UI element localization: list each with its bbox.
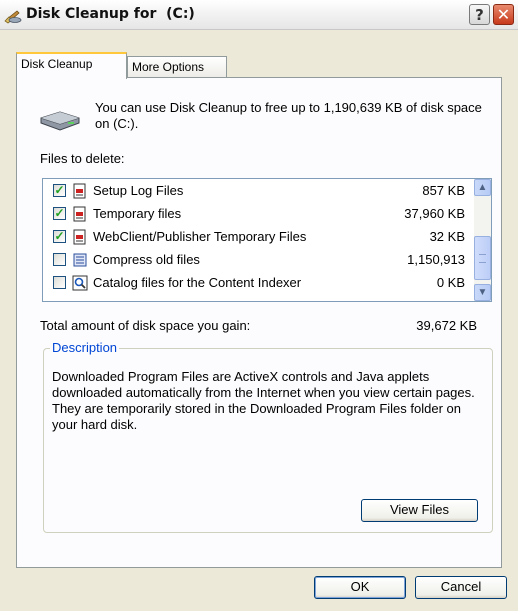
description-text: Downloaded Program Files are ActiveX con… (52, 369, 475, 432)
compress-icon (73, 253, 87, 267)
scroll-up-button[interactable]: ▲ (474, 179, 491, 196)
document-icon (73, 229, 86, 245)
checkbox[interactable]: ✓ (53, 230, 66, 243)
file-name: Catalog files for the Content Indexer (93, 275, 302, 290)
files-list[interactable]: ✓ Setup Log Files 857 KB ✓ Temporary fil… (42, 178, 492, 302)
file-size: 37,960 KB (404, 206, 465, 221)
file-name: Compress old files (93, 252, 200, 267)
total-space-label: Total amount of disk space you gain: (40, 318, 251, 333)
chevron-up-icon: ▲ (477, 182, 488, 193)
files-to-delete-label: Files to delete: (40, 151, 125, 166)
title-bar: Disk Cleanup for (C:) ? ✕ (0, 0, 518, 30)
list-item[interactable]: Compress old files 1,150,913 (43, 250, 473, 270)
scroll-down-button[interactable]: ▼ (474, 284, 491, 301)
close-button[interactable]: ✕ (493, 4, 514, 25)
list-item[interactable]: ✓ Setup Log Files 857 KB (43, 181, 473, 201)
tab-label: Disk Cleanup (21, 57, 93, 71)
disk-cleanup-panel: You can use Disk Cleanup to free up to 1… (16, 77, 502, 568)
tab-disk-cleanup[interactable]: Disk Cleanup (16, 52, 127, 79)
cancel-button[interactable]: Cancel (415, 576, 507, 599)
check-mark-icon: ✓ (54, 206, 65, 220)
checkbox[interactable]: ✓ (53, 207, 66, 220)
file-size: 857 KB (422, 183, 465, 198)
help-button[interactable]: ? (469, 4, 490, 25)
check-mark-icon: ✓ (54, 229, 65, 243)
close-icon: ✕ (496, 5, 511, 24)
checkbox[interactable] (53, 253, 66, 266)
help-icon: ? (475, 6, 484, 24)
document-icon (73, 183, 86, 199)
disk-cleanup-icon (4, 10, 22, 24)
tab-label: More Options (132, 60, 205, 74)
file-name: Setup Log Files (93, 183, 184, 198)
list-item[interactable]: ✓ Temporary files 37,960 KB (43, 204, 473, 224)
file-size: 0 KB (436, 275, 465, 290)
checkbox[interactable] (53, 276, 66, 289)
grip-icon (479, 254, 486, 263)
check-mark-icon: ✓ (54, 183, 65, 197)
chevron-down-icon: ▼ (477, 287, 488, 298)
view-files-button[interactable]: View Files (361, 499, 478, 522)
file-size: 32 KB (429, 229, 465, 244)
list-item[interactable]: ✓ WebClient/Publisher Temporary Files 32… (43, 227, 473, 247)
tab-more-options[interactable]: More Options (127, 56, 227, 78)
ok-button[interactable]: OK (314, 576, 406, 599)
document-icon (73, 206, 86, 222)
vertical-scrollbar[interactable]: ▲ ▼ (474, 179, 491, 301)
magnifier-icon (72, 275, 88, 291)
scrollbar-thumb[interactable] (474, 236, 491, 280)
file-size: 1,150,913 (407, 252, 465, 267)
intro-text: You can use Disk Cleanup to free up to 1… (95, 100, 482, 131)
total-space-value: 39,672 KB (416, 318, 477, 333)
window-title: Disk Cleanup for (C:) (26, 6, 195, 22)
hard-drive-icon (40, 111, 80, 131)
file-name: WebClient/Publisher Temporary Files (93, 229, 307, 244)
list-item[interactable]: Catalog files for the Content Indexer 0 … (43, 273, 473, 293)
checkbox[interactable]: ✓ (53, 184, 66, 197)
description-legend: Description (50, 340, 120, 355)
file-name: Temporary files (93, 206, 182, 221)
